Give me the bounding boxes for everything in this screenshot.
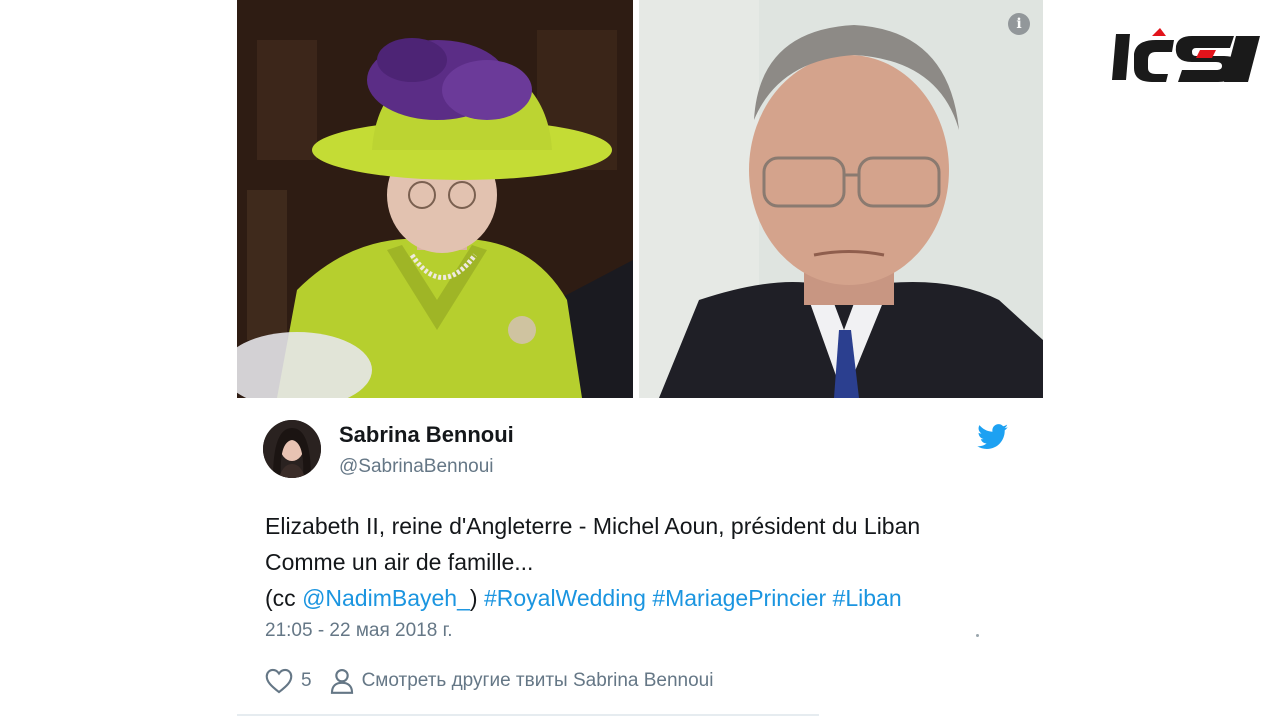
cc-suffix: )	[469, 585, 484, 611]
avatar-image	[263, 420, 321, 478]
info-icon[interactable]: i	[1008, 13, 1030, 35]
aoun-photo-illustration	[639, 0, 1043, 398]
tweet-media[interactable]	[237, 0, 1043, 398]
like-count: 5	[301, 670, 312, 691]
tweet-timestamp[interactable]: 21:05 - 22 мая 2018 г.	[265, 620, 452, 642]
hashtag-mariageprincier[interactable]: #MariagePrincier	[652, 585, 826, 611]
embedded-tweet[interactable]: Sabrina Bennoui @SabrinaBennoui Elizabet…	[237, 398, 1043, 720]
heart-icon[interactable]	[265, 668, 293, 694]
tweet-text: Elizabeth II, reine d'Angleterre - Miche…	[265, 508, 1025, 616]
photo-right[interactable]	[639, 0, 1043, 398]
author-name[interactable]: Sabrina Bennoui	[339, 422, 514, 448]
tweet-text-line-2: Comme un air de famille...	[265, 549, 534, 575]
twitter-bird-icon[interactable]	[977, 424, 1009, 450]
photo-left[interactable]	[237, 0, 633, 398]
tweet-bottom-border	[237, 714, 819, 716]
queen-photo-illustration	[237, 0, 633, 398]
cc-prefix: (cc	[265, 585, 303, 611]
site-logo[interactable]	[1112, 24, 1262, 84]
tweet-actions: 5 Смотреть другие твиты Sabrina Bennoui	[265, 666, 713, 696]
more-tweets-link[interactable]: Смотреть другие твиты Sabrina Bennoui	[362, 670, 714, 692]
separator-dot	[976, 634, 979, 637]
tweet-text-line-1: Elizabeth II, reine d'Angleterre - Miche…	[265, 513, 921, 539]
author-handle[interactable]: @SabrinaBennoui	[339, 456, 494, 478]
tweet-text-line-3: (cc @NadimBayeh_) #RoyalWedding #Mariage…	[265, 580, 1025, 616]
hashtag-royalwedding[interactable]: #RoyalWedding	[484, 585, 646, 611]
mention-link[interactable]: @NadimBayeh_	[302, 585, 470, 611]
avatar[interactable]	[263, 420, 321, 478]
user-icon[interactable]	[330, 668, 354, 694]
hashtag-liban[interactable]: #Liban	[833, 585, 902, 611]
